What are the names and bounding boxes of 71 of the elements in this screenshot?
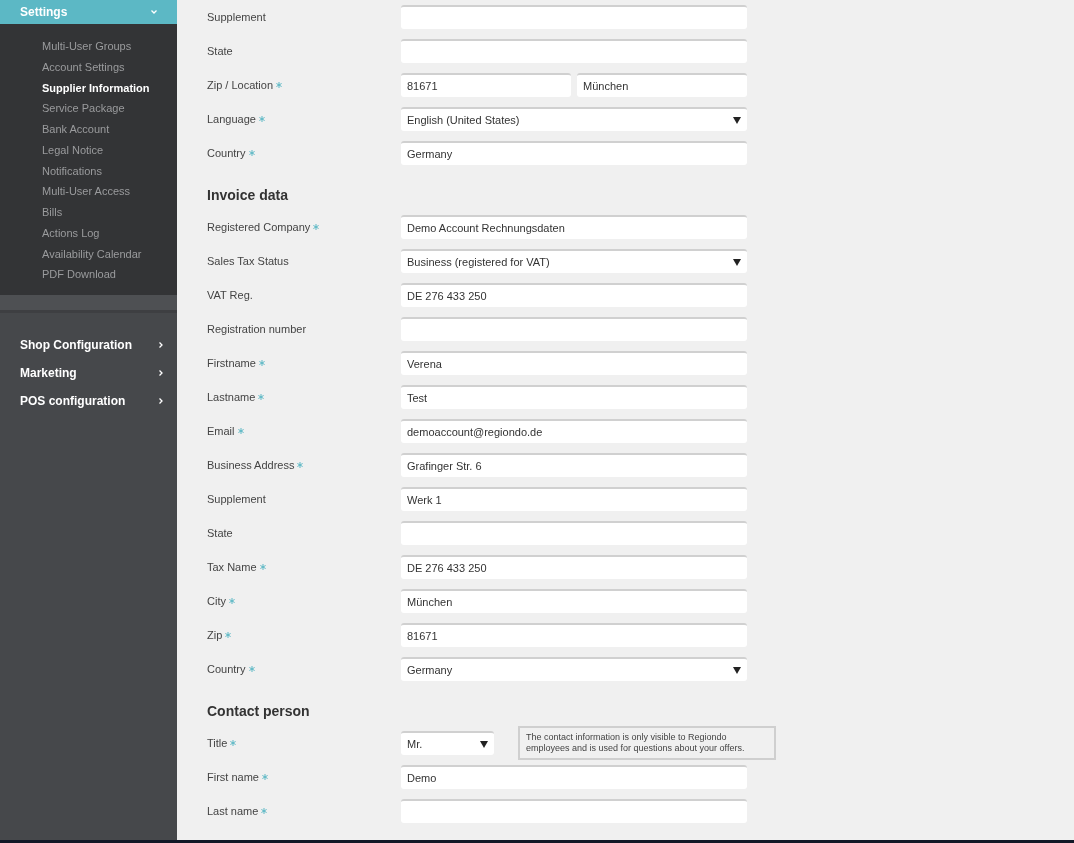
input-field[interactable]: Verena [401, 351, 747, 375]
caret-icon [733, 666, 741, 674]
sidebar-item[interactable]: PDF Download [0, 264, 177, 285]
dropdown[interactable]: Germany [401, 657, 747, 681]
field-label: Supplement [207, 9, 266, 25]
field-label: City [207, 593, 226, 609]
field-label: Lastname [207, 389, 256, 405]
dropdown[interactable]: Mr. [401, 731, 494, 755]
field-label: Registered Company [207, 219, 311, 235]
chevron-right-icon [159, 370, 163, 376]
input-field[interactable]: Demo [401, 765, 747, 789]
sidebar-item[interactable]: Legal Notice [0, 139, 177, 161]
field-label: Last name [207, 803, 259, 819]
sidebar-item[interactable]: Availability Calendar [0, 243, 177, 265]
tooltip: The contact information is only visible to Regiondo employees and is used for questions about your offers. [518, 726, 776, 760]
field-label: Registration number [207, 321, 307, 337]
field-label: Email [207, 423, 235, 439]
input-field[interactable]: DE 276 433 250 [401, 555, 747, 579]
section-heading: Invoice data [207, 185, 288, 205]
chevron-down-icon [151, 10, 157, 14]
field-label: Title [207, 735, 228, 751]
input-field[interactable] [401, 5, 747, 29]
field-label: Zip [207, 627, 223, 643]
field-label: Tax Name [207, 559, 257, 575]
field-label: VAT Reg. [207, 287, 253, 303]
section-heading: Contact person [207, 701, 310, 721]
input-field[interactable]: München [577, 73, 747, 97]
chevron-right-icon [159, 398, 163, 404]
dropdown[interactable]: English (United States) [401, 107, 747, 131]
field-label: Business Address [207, 457, 295, 473]
input-field[interactable]: 81671 [401, 73, 571, 97]
caret-icon [733, 258, 741, 266]
input-field[interactable] [401, 317, 747, 341]
field-label: Sales Tax Status [207, 253, 289, 269]
field-label: State [207, 43, 233, 59]
sidebar-item[interactable]: Service Package [0, 98, 177, 119]
field-label: Country [207, 145, 246, 161]
sidebar-item[interactable]: Bills [0, 202, 177, 223]
sidebar-item[interactable]: Bank Account [0, 119, 177, 140]
input-field[interactable] [401, 521, 747, 545]
field-label: Language [207, 111, 256, 127]
menu-item[interactable]: POS configuration [0, 387, 177, 415]
menu-item[interactable]: Marketing [0, 359, 177, 387]
input-field[interactable]: DE 276 433 250 [401, 283, 747, 307]
input-field[interactable]: Demo Account Rechnungsdaten [401, 215, 747, 239]
input-field[interactable] [401, 799, 747, 823]
input-field[interactable]: demoaccount@regiondo.de [401, 419, 747, 443]
field-label: Firstname [207, 355, 256, 371]
input-field[interactable]: Germany [401, 141, 747, 165]
field-label: Zip / Location [207, 77, 274, 93]
field-label: First name [207, 769, 259, 785]
sidebar-item[interactable]: Multi-User Groups [0, 36, 177, 57]
sidebar-item[interactable]: Actions Log [0, 222, 177, 244]
menu-item[interactable]: Shop Configuration [0, 331, 177, 359]
field-label: Supplement [207, 491, 266, 507]
caret-icon [733, 116, 741, 124]
field-label: State [207, 525, 233, 541]
dropdown[interactable]: Business (registered for VAT) [401, 249, 747, 273]
input-field[interactable]: Test [401, 385, 747, 409]
input-field[interactable]: München [401, 589, 747, 613]
caret-icon [480, 740, 488, 748]
input-field[interactable]: Werk 1 [401, 487, 747, 511]
input-field[interactable]: 81671 [401, 623, 747, 647]
sidebar-item[interactable]: Multi-User Access [0, 181, 177, 202]
sidebar-item[interactable]: Supplier Information [0, 77, 177, 99]
sidebar-item[interactable]: Notifications [0, 160, 177, 182]
chevron-right-icon [159, 342, 163, 348]
input-field[interactable] [401, 39, 747, 63]
sidebar-item[interactable]: Account Settings [0, 56, 177, 78]
field-label: Country [207, 661, 246, 677]
input-field[interactable]: Grafinger Str. 6 [401, 453, 747, 477]
